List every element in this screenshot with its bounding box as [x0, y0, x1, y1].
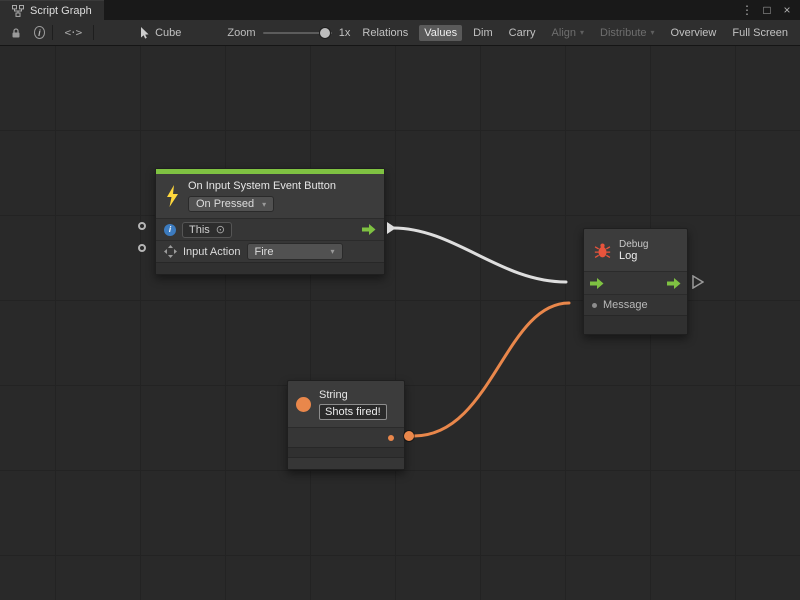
node-footer: [288, 457, 404, 469]
node-title: String: [319, 389, 387, 401]
log-continue-connector[interactable]: [692, 275, 704, 289]
fullscreen-button[interactable]: Full Screen: [727, 25, 793, 41]
script-graph-icon: [12, 5, 24, 17]
wire-string-to-message: [414, 303, 569, 436]
code-icon[interactable]: <·>: [59, 24, 86, 41]
node-debug-log[interactable]: Debug Log Message: [583, 228, 688, 335]
zoom-slider-handle[interactable]: [320, 28, 330, 38]
tab-title: Script Graph: [30, 5, 92, 17]
tab-script-graph[interactable]: Script Graph: [0, 0, 104, 20]
chevron-down-icon: ▾: [330, 247, 334, 256]
node-on-input-system-event-button[interactable]: On Input System Event Button On Pressed …: [155, 168, 385, 275]
window-controls: ⋮ □ ×: [738, 0, 800, 20]
info-icon[interactable]: i: [34, 26, 45, 39]
padlock-icon: [10, 27, 22, 39]
wire-event-to-log: [393, 228, 566, 282]
message-label: Message: [603, 299, 648, 311]
toolbar-divider: [93, 25, 94, 40]
distribute-button[interactable]: Distribute ▾: [595, 25, 659, 41]
input-action-input-port[interactable]: [138, 244, 146, 252]
this-icon: i: [164, 224, 176, 236]
zoom-label: Zoom: [227, 27, 255, 39]
node-string-literal[interactable]: String Shots fired!: [287, 380, 405, 470]
toolbar-divider: [52, 25, 53, 40]
string-type-icon: [296, 397, 311, 412]
message-port-dot[interactable]: [592, 303, 597, 308]
this-label: This: [189, 224, 210, 236]
chevron-down-icon: ▾: [651, 28, 655, 37]
bug-icon: [594, 242, 611, 259]
node-title: On Input System Event Button: [188, 180, 336, 192]
window-menu-button[interactable]: ⋮: [738, 0, 756, 20]
string-value-input[interactable]: Shots fired!: [319, 404, 387, 420]
input-action-value: Fire: [255, 246, 274, 258]
chevron-down-icon: ▾: [262, 200, 266, 209]
control-output-port[interactable]: [362, 224, 376, 235]
distribute-label: Distribute: [600, 27, 646, 39]
this-input-port[interactable]: [138, 222, 146, 230]
zoom-slider[interactable]: [263, 32, 332, 34]
overview-button[interactable]: Overview: [666, 25, 722, 41]
lightning-icon: [164, 185, 180, 207]
window-close-button[interactable]: ×: [778, 0, 796, 20]
unity-script-graph-window: Script Graph ⋮ □ × i <·> Cube Zoom: [0, 0, 800, 600]
target-label: Cube: [155, 27, 181, 39]
event-output-connector[interactable]: [387, 222, 396, 234]
node-footer: [288, 447, 404, 457]
chevron-down-icon: ▾: [580, 28, 584, 37]
control-input-port[interactable]: [590, 278, 604, 289]
string-output-port[interactable]: [404, 431, 414, 441]
input-action-icon: [164, 245, 177, 258]
align-label: Align: [552, 27, 576, 39]
zoom-value: 1x: [339, 27, 351, 39]
values-button[interactable]: Values: [419, 25, 462, 41]
input-action-dropdown[interactable]: Fire ▾: [247, 243, 343, 260]
node-footer: [156, 262, 384, 274]
string-output-dot[interactable]: [388, 435, 394, 441]
target-icon: ⊙: [216, 223, 225, 236]
graph-target-selector[interactable]: Cube: [135, 25, 186, 41]
cursor-icon: [140, 27, 150, 39]
node-title: Log: [619, 250, 648, 262]
relations-button[interactable]: Relations: [357, 25, 413, 41]
input-action-label: Input Action: [183, 246, 241, 258]
window-titlebar: Script Graph ⋮ □ ×: [0, 0, 800, 20]
graph-canvas[interactable]: On Input System Event Button On Pressed …: [0, 46, 800, 600]
align-button[interactable]: Align ▾: [547, 25, 589, 41]
toolbar-buttons: Relations Values Dim Carry Align ▾ Distr…: [357, 25, 795, 41]
control-output-port[interactable]: [667, 278, 681, 289]
graph-toolbar: i <·> Cube Zoom 1x Relations Values Dim …: [0, 20, 800, 46]
on-pressed-dropdown[interactable]: On Pressed ▾: [188, 196, 274, 212]
carry-button[interactable]: Carry: [504, 25, 541, 41]
on-pressed-value: On Pressed: [196, 198, 254, 210]
dim-button[interactable]: Dim: [468, 25, 498, 41]
this-object-field[interactable]: This ⊙: [182, 222, 232, 238]
node-category: Debug: [619, 239, 648, 250]
node-footer: [584, 315, 687, 334]
lock-icon[interactable]: [5, 25, 27, 41]
window-maximize-button[interactable]: □: [758, 0, 776, 20]
